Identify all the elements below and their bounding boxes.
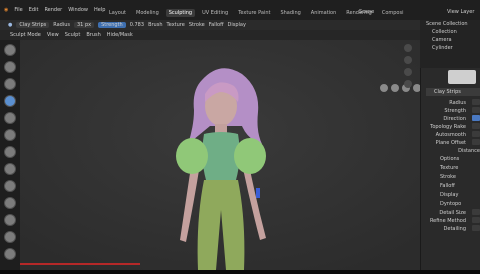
prop-topology-rake-label: Topology Rake — [430, 124, 466, 130]
crease-brush-icon[interactable] — [4, 180, 16, 192]
prop-strength[interactable]: Strength — [426, 107, 480, 115]
left-sleeve — [176, 138, 208, 174]
brush-icon[interactable]: ● — [8, 22, 12, 28]
menu-edit[interactable]: Edit — [29, 7, 39, 13]
prop-direction[interactable]: Direction — [426, 115, 480, 123]
flatten-brush-icon[interactable] — [4, 214, 16, 226]
brush-toolbar — [0, 40, 20, 270]
tab-texture-paint[interactable]: Texture Paint — [235, 9, 273, 17]
prop-topology-rake[interactable]: Topology Rake — [426, 123, 480, 131]
brush-menu[interactable]: Brush — [148, 22, 162, 28]
fill-brush-icon[interactable] — [4, 231, 16, 243]
strength-value: 0.783 — [129, 22, 145, 28]
tab-layout[interactable]: Layout — [106, 9, 129, 17]
navigation-gizmo — [404, 44, 414, 92]
strength-label: Strength — [101, 22, 123, 28]
section-falloff[interactable]: Falloff — [426, 182, 480, 191]
clay-strips-brush-icon[interactable] — [4, 95, 16, 107]
header-menu-sculpt[interactable]: Sculpt — [65, 32, 81, 38]
radius-label: Radius — [53, 22, 70, 28]
prop-radius[interactable]: Radius — [426, 99, 480, 107]
inflate-brush-icon[interactable] — [4, 146, 16, 158]
draw-brush-icon[interactable] — [4, 44, 16, 56]
brush-cursor-icon — [256, 188, 260, 198]
material-shading-icon[interactable] — [391, 84, 399, 92]
tab-animation[interactable]: Animation — [308, 9, 340, 17]
tab-modeling[interactable]: Modeling — [133, 9, 162, 17]
right-sleeve — [234, 138, 266, 174]
prop-detailing[interactable]: Detailing — [426, 225, 480, 233]
scrape-brush-icon[interactable] — [4, 248, 16, 260]
outliner-item-scene-collection[interactable]: Scene Collection — [420, 20, 480, 28]
tab-shading[interactable]: Shading — [277, 9, 303, 17]
display-menu[interactable]: Display — [228, 22, 246, 28]
section-texture[interactable]: Texture — [426, 164, 480, 173]
brush-name-field[interactable]: Clay Strips — [16, 22, 50, 28]
header-menu-brush[interactable]: Brush — [86, 32, 100, 38]
top-bar: ◉ File Edit Render Window Help Layout Mo… — [0, 0, 480, 20]
prop-detailing-label: Detailing — [443, 226, 466, 232]
texture-menu[interactable]: Texture — [167, 22, 185, 28]
smooth-brush-icon[interactable] — [4, 197, 16, 209]
prop-refine-method[interactable]: Refine Method — [426, 217, 480, 225]
outliner-item-camera[interactable]: Camera — [420, 36, 480, 44]
prop-distance-label: Distance — [458, 148, 480, 154]
menu-window[interactable]: Window — [68, 7, 88, 13]
falloff-menu[interactable]: Falloff — [209, 22, 224, 28]
camera-view-icon[interactable] — [404, 68, 412, 76]
layer-brush-icon[interactable] — [4, 129, 16, 141]
outliner-item-collection[interactable]: Collection — [420, 28, 480, 36]
editor-header: Sculpt Mode View Sculpt Brush Hide/Mask — [0, 30, 430, 40]
clay-brush-icon[interactable] — [4, 78, 16, 90]
3d-viewport[interactable] — [20, 40, 421, 270]
strength-field[interactable]: Strength — [98, 22, 126, 28]
draw-sharp-brush-icon[interactable] — [4, 61, 16, 73]
prop-plane-offset[interactable]: Plane Offset — [426, 139, 480, 147]
radius-field[interactable]: 31 px — [74, 22, 95, 28]
tab-compositing[interactable]: Composi — [379, 9, 407, 17]
tab-sculpting[interactable]: Sculpting — [165, 9, 196, 17]
outliner-item-cylinder[interactable]: Cylinder — [420, 44, 480, 52]
properties-editor: Clay Strips Radius Strength Direction To… — [426, 70, 480, 270]
section-dyntopo[interactable]: Dyntopo — [426, 200, 480, 209]
perspective-toggle-icon[interactable] — [404, 80, 412, 88]
mode-selector[interactable]: Sculpt Mode — [10, 32, 41, 38]
prop-radius-label: Radius — [449, 100, 466, 106]
brush-preview[interactable] — [448, 70, 476, 84]
brush-datablock[interactable]: Clay Strips — [426, 88, 480, 96]
sculpt-model — [20, 40, 420, 270]
blob-brush-icon[interactable] — [4, 163, 16, 175]
view-layer-selector[interactable]: View Layer — [447, 9, 474, 15]
clay-thumb-brush-icon[interactable] — [4, 112, 16, 124]
prop-strength-label: Strength — [444, 108, 466, 114]
tab-uv-editing[interactable]: UV Editing — [199, 9, 231, 17]
zoom-icon[interactable] — [404, 44, 412, 52]
scene-selector[interactable]: Scene — [359, 9, 374, 15]
prop-autosmooth-label: Autosmooth — [435, 132, 466, 138]
section-options[interactable]: Options — [426, 155, 480, 164]
prop-refine-method-label: Refine Method — [429, 218, 466, 224]
main-menu: ◉ File Edit Render Window Help — [0, 0, 105, 20]
pan-icon[interactable] — [404, 56, 412, 64]
header-menu-hide-mask[interactable]: Hide/Mask — [107, 32, 133, 38]
menu-help[interactable]: Help — [94, 7, 105, 13]
prop-direction-label: Direction — [443, 116, 466, 122]
solid-shading-icon[interactable] — [380, 84, 388, 92]
stroke-menu[interactable]: Stroke — [189, 22, 205, 28]
menu-file[interactable]: File — [14, 7, 22, 13]
prop-distance[interactable]: Distance — [426, 147, 480, 155]
section-display[interactable]: Display — [426, 191, 480, 200]
outliner: Scene Collection Collection Camera Cylin… — [420, 20, 480, 68]
prop-plane-offset-label: Plane Offset — [435, 140, 466, 146]
prop-autosmooth[interactable]: Autosmooth — [426, 131, 480, 139]
section-stroke[interactable]: Stroke — [426, 173, 480, 182]
prop-detail-size[interactable]: Detail Size — [426, 209, 480, 217]
header-menu-view[interactable]: View — [47, 32, 59, 38]
menu-render[interactable]: Render — [44, 7, 62, 13]
tool-settings-bar: ● Clay Strips Radius 31 px Strength 0.78… — [0, 20, 428, 30]
blender-logo-icon[interactable]: ◉ — [4, 7, 8, 13]
prop-detail-size-label: Detail Size — [439, 210, 466, 216]
timeline-progress — [20, 263, 140, 265]
